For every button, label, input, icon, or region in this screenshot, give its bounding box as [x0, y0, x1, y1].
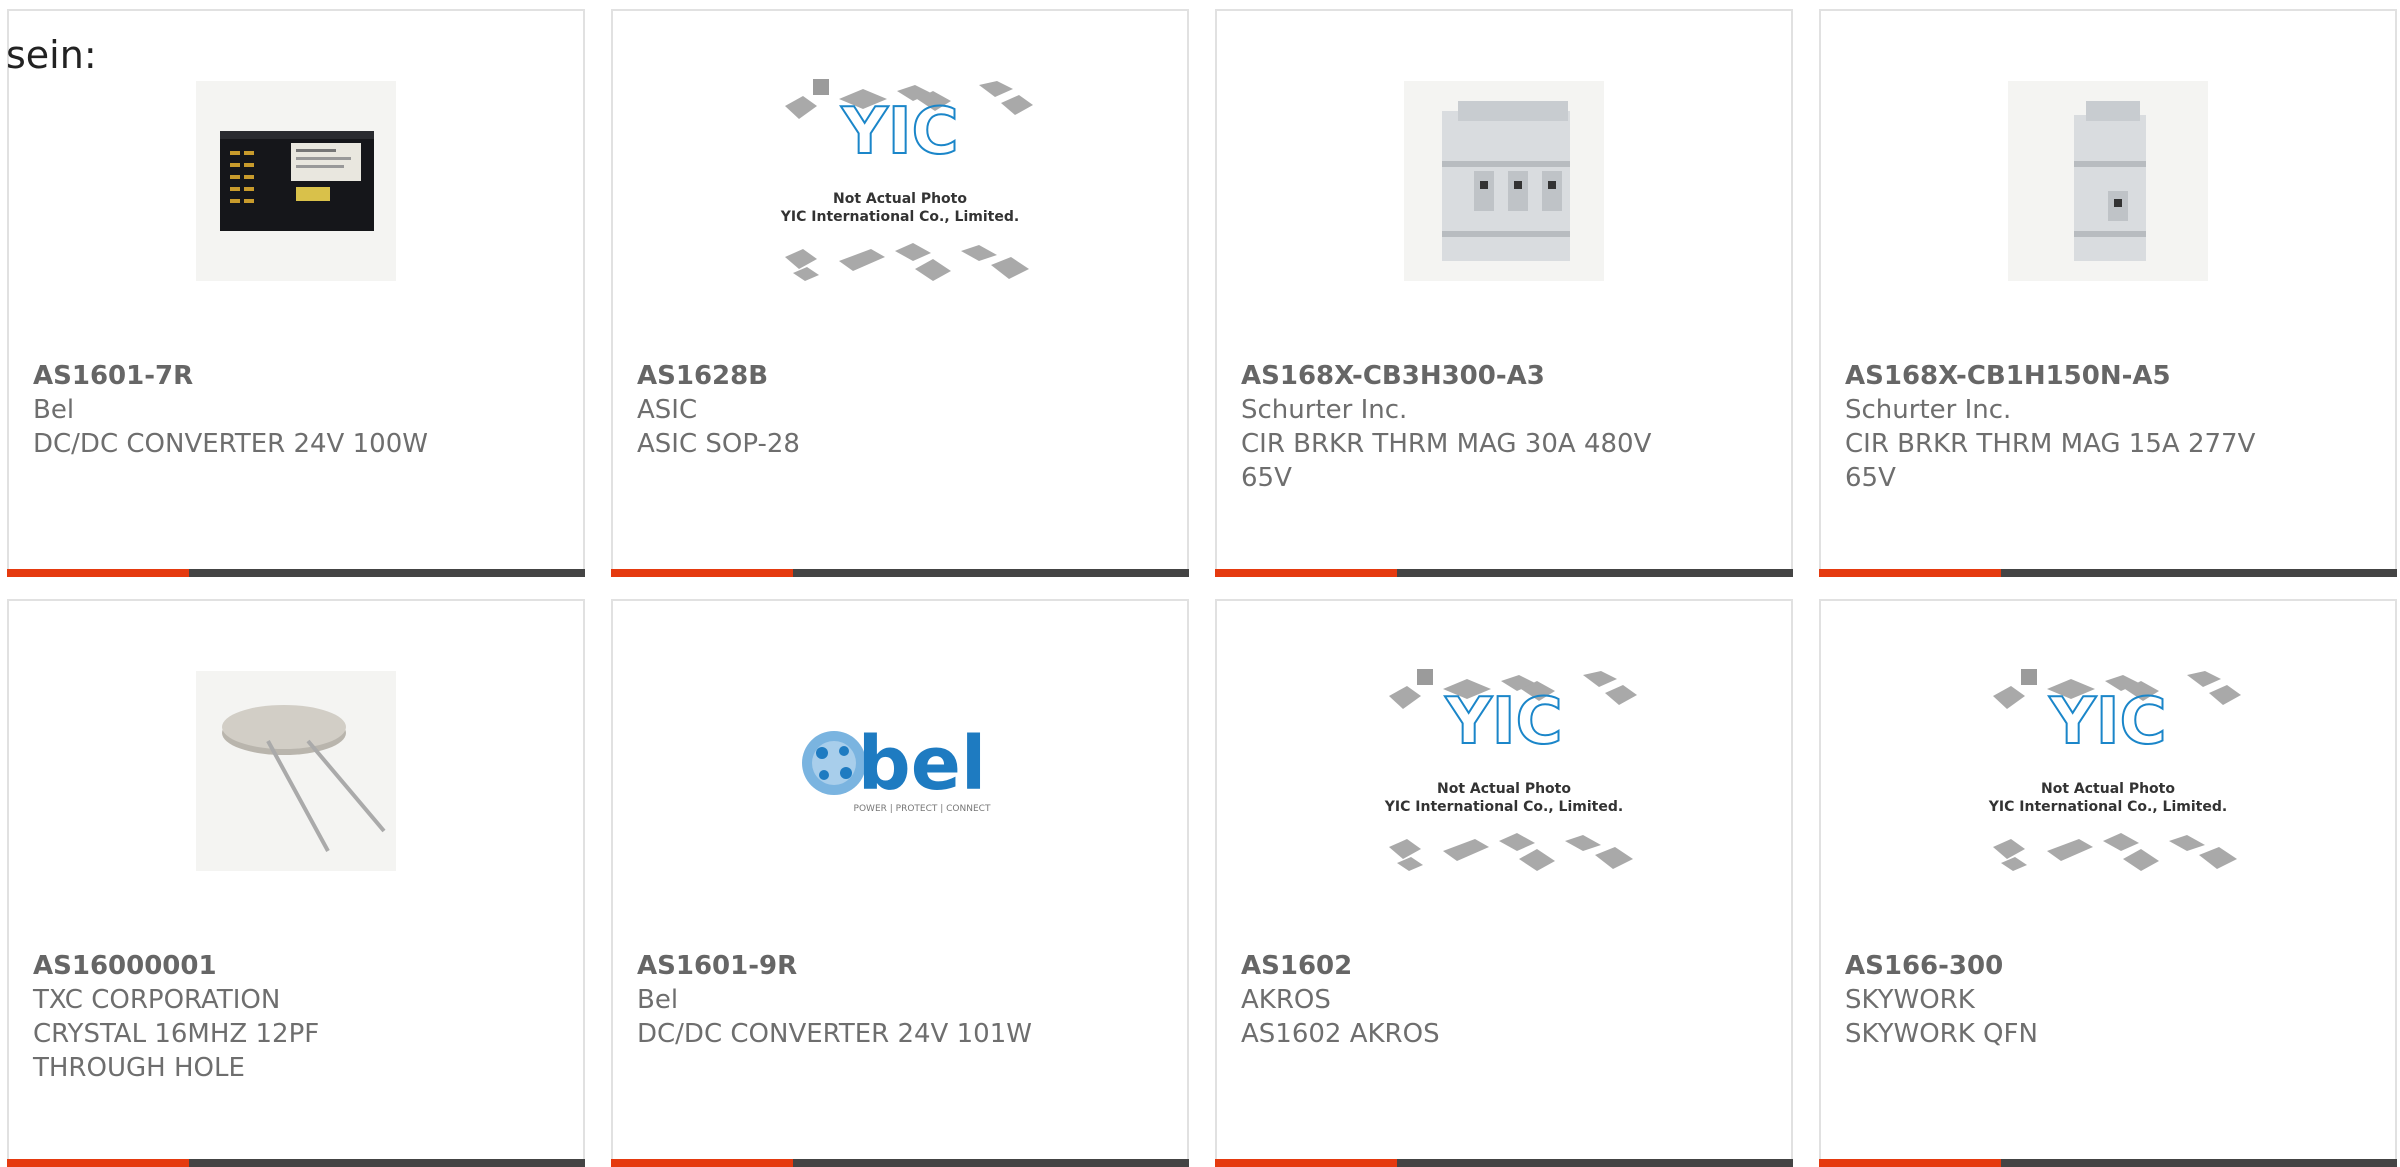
yic-placeholder-image: YIC Not Actual Photo YIC International C… [1384, 669, 1637, 871]
product-info: AS168X-CB1H150N-A5 Schurter Inc. CIR BRK… [1845, 359, 2371, 495]
breaker-1pole-photo [2008, 81, 2208, 281]
card-accent-bar [7, 569, 585, 577]
description: ASIC SOP-28 [637, 429, 800, 459]
dc-converter-photo [196, 81, 396, 281]
description: CRYSTAL 16MHZ 12PF THROUGH HOLE [33, 1019, 320, 1083]
manufacturer: AKROS [1241, 985, 1331, 1015]
product-card[interactable]: AS1601-7R Bel DC/DC CONVERTER 24V 100W [7, 9, 585, 577]
card-accent-segment [1215, 1159, 1397, 1167]
product-image[interactable]: YIC Not Actual Photo YIC International C… [1821, 661, 2395, 881]
product-info: AS166-300 SKYWORK SKYWORK QFN [1845, 949, 2371, 1051]
product-image[interactable] [9, 661, 583, 881]
manufacturer: TXC CORPORATION [33, 985, 281, 1015]
placeholder-line-1: Not Actual Photo [2041, 781, 2175, 797]
product-info: AS1601-9R Bel DC/DC CONVERTER 24V 101W [637, 949, 1163, 1051]
card-accent-bar [611, 569, 1189, 577]
card-accent-bar [1215, 569, 1793, 577]
yic-logo-icon: YIC [840, 95, 958, 169]
yic-placeholder-image: YIC Not Actual Photo YIC International C… [1988, 669, 2241, 871]
product-image[interactable] [1217, 71, 1791, 291]
bel-logo: bel POWER | PROTECT | CONNECT [802, 721, 991, 814]
part-number[interactable]: AS1601-7R [33, 359, 559, 393]
card-accent-bar [1819, 1159, 2397, 1167]
description: CIR BRKR THRM MAG 30A 480V 65V [1241, 429, 1652, 493]
part-number[interactable]: AS1601-9R [637, 949, 1163, 983]
part-number[interactable]: AS168X-CB1H150N-A5 [1845, 359, 2371, 393]
product-card[interactable]: YIC Not Actual Photo YIC International C… [1215, 599, 1793, 1167]
description: CIR BRKR THRM MAG 15A 277V 65V [1845, 429, 2256, 493]
card-accent-segment [1819, 569, 2001, 577]
intro-text: sein: [6, 33, 97, 77]
product-card[interactable]: AS168X-CB3H300-A3 Schurter Inc. CIR BRKR… [1215, 9, 1793, 577]
card-accent-bar [611, 1159, 1189, 1167]
card-accent-segment [611, 569, 793, 577]
product-info: AS1628B ASIC ASIC SOP-28 [637, 359, 1163, 461]
product-grid-page: sein: AS1601-7R Bel DC/DC CONVERTER 24V … [0, 0, 2400, 1167]
description: AS1602 AKROS [1241, 1019, 1440, 1049]
manufacturer: Bel [637, 985, 679, 1015]
bel-tagline: POWER | PROTECT | CONNECT [854, 804, 991, 814]
product-image[interactable] [9, 71, 583, 291]
yic-logo-icon: YIC [1444, 685, 1562, 759]
card-accent-bar [1819, 569, 2397, 577]
card-accent-bar [7, 1159, 585, 1167]
placeholder-line-2: YIC International Co., Limited. [1384, 799, 1623, 815]
placeholder-line-1: Not Actual Photo [833, 191, 967, 207]
yic-placeholder-image: YIC Not Actual Photo YIC International C… [780, 79, 1033, 281]
product-card[interactable]: YIC Not Actual Photo YIC International C… [1819, 599, 2397, 1167]
manufacturer: ASIC [637, 395, 698, 425]
manufacturer: Bel [33, 395, 75, 425]
product-card[interactable]: AS16000001 TXC CORPORATION CRYSTAL 16MHZ… [7, 599, 585, 1167]
product-card[interactable]: AS168X-CB1H150N-A5 Schurter Inc. CIR BRK… [1819, 9, 2397, 577]
product-info: AS16000001 TXC CORPORATION CRYSTAL 16MHZ… [33, 949, 559, 1085]
placeholder-line-1: Not Actual Photo [1437, 781, 1571, 797]
part-number[interactable]: AS1628B [637, 359, 1163, 393]
product-card[interactable]: YIC Not Actual Photo YIC International C… [611, 9, 1189, 577]
breaker-3pole-photo [1404, 81, 1604, 281]
manufacturer: Schurter Inc. [1845, 395, 2012, 425]
product-image[interactable]: YIC Not Actual Photo YIC International C… [1217, 661, 1791, 881]
crystal-photo [196, 671, 396, 871]
product-image[interactable]: bel POWER | PROTECT | CONNECT [613, 661, 1187, 881]
card-accent-segment [7, 569, 189, 577]
card-accent-segment [7, 1159, 189, 1167]
card-accent-segment [1819, 1159, 2001, 1167]
manufacturer: Schurter Inc. [1241, 395, 1408, 425]
product-info: AS1601-7R Bel DC/DC CONVERTER 24V 100W [33, 359, 559, 461]
card-accent-segment [1215, 569, 1397, 577]
part-number[interactable]: AS16000001 [33, 949, 559, 983]
product-info: AS168X-CB3H300-A3 Schurter Inc. CIR BRKR… [1241, 359, 1767, 495]
product-image[interactable]: YIC Not Actual Photo YIC International C… [613, 71, 1187, 291]
yic-logo-icon: YIC [2048, 685, 2166, 759]
part-number[interactable]: AS166-300 [1845, 949, 2371, 983]
product-info: AS1602 AKROS AS1602 AKROS [1241, 949, 1767, 1051]
product-card[interactable]: bel POWER | PROTECT | CONNECT AS1601-9R … [611, 599, 1189, 1167]
placeholder-line-2: YIC International Co., Limited. [1988, 799, 2227, 815]
part-number[interactable]: AS168X-CB3H300-A3 [1241, 359, 1767, 393]
description: SKYWORK QFN [1845, 1019, 2038, 1049]
description: DC/DC CONVERTER 24V 101W [637, 1019, 1032, 1049]
placeholder-line-2: YIC International Co., Limited. [780, 209, 1019, 225]
card-accent-segment [611, 1159, 793, 1167]
bel-wordmark: bel [858, 721, 987, 807]
part-number[interactable]: AS1602 [1241, 949, 1767, 983]
product-image[interactable] [1821, 71, 2395, 291]
card-accent-bar [1215, 1159, 1793, 1167]
description: DC/DC CONVERTER 24V 100W [33, 429, 428, 459]
manufacturer: SKYWORK [1845, 985, 1975, 1015]
